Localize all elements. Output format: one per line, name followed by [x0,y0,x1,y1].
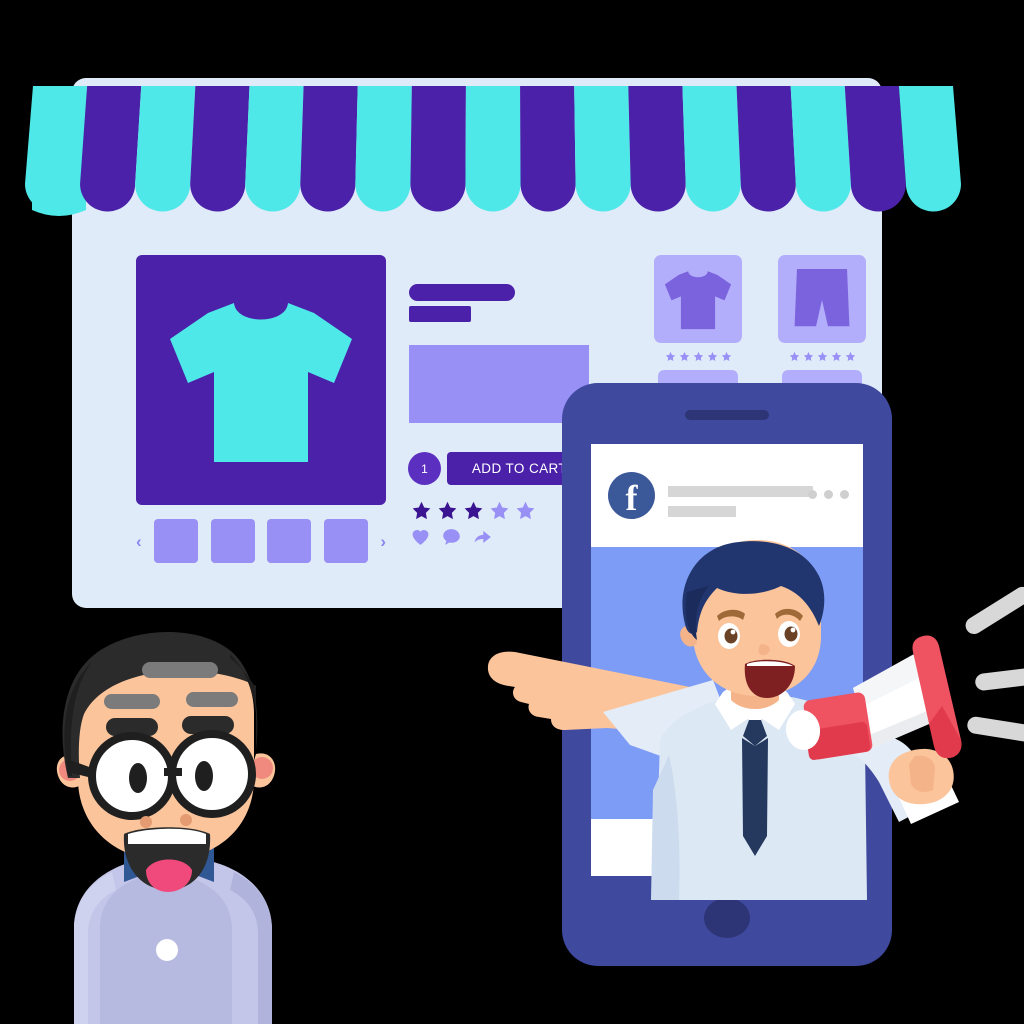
thumbnail-carousel[interactable]: ‹ › [136,518,386,564]
awning-stripe-10 [520,86,576,212]
product-subtitle-placeholder [409,306,471,322]
star-icon-s2[interactable] [679,351,690,362]
product-title-placeholder [409,284,515,301]
thumbnail-3[interactable] [267,519,312,563]
star-icon-filled-1[interactable] [411,500,432,521]
star-icon-s1[interactable] [665,351,676,362]
menu-dot-2 [824,490,833,499]
awning-stripe-4 [190,86,250,212]
awning-stripe-12 [628,86,686,212]
star-icon-empty-5[interactable] [515,500,536,521]
star-icon-s3[interactable] [693,351,704,362]
megaphone-man-art [487,540,1024,900]
main-product-image[interactable] [136,255,386,505]
awning-stripe-9 [465,86,521,212]
star-icon-empty-4[interactable] [489,500,510,521]
store-awning [18,78,968,218]
awning-stripe-15 [790,86,851,212]
quantity-badge[interactable]: 1 [408,452,441,485]
side-product-thumb-tshirt[interactable] [654,255,742,343]
star-icon-t1[interactable] [789,351,800,362]
illustration-stage: ‹ › 1 ADD TO CART f [0,0,1024,1024]
side-product-card-tshirt[interactable] [654,255,742,392]
awning-stripe-17 [898,86,961,212]
thumbnail-4[interactable] [323,519,368,563]
product-rating[interactable] [411,500,536,521]
post-text-line-2 [668,506,736,517]
star-icon-t5[interactable] [845,351,856,362]
star-icon-t2[interactable] [803,351,814,362]
side-product-rating-tshirt[interactable] [654,351,742,362]
star-icon-s4[interactable] [707,351,718,362]
awning-stripe-1 [25,86,88,212]
star-icon-s5[interactable] [721,351,732,362]
facebook-logo-icon[interactable]: f [608,472,655,519]
star-icon-filled-2[interactable] [437,500,458,521]
awning-stripe-6 [300,86,358,212]
awning-stripes [25,86,961,216]
awning-stripe-13 [682,86,741,212]
side-product-card-shorts[interactable] [778,255,866,392]
tshirt-icon-small [664,271,732,330]
awning-stripe-3 [135,86,196,212]
awning-stripe-5 [245,86,304,212]
megaphone-man [455,540,1024,970]
thumbnail-2[interactable] [210,519,255,563]
star-icon-t4[interactable] [831,351,842,362]
phone-speaker [685,410,769,420]
facebook-post-header: f [591,444,863,547]
thumbnail-1[interactable] [154,519,199,563]
awning-stripe-11 [574,86,631,212]
carousel-prev-icon[interactable]: ‹ [136,533,142,550]
customer-man-art [56,631,276,1024]
carousel-next-icon[interactable]: › [380,533,386,550]
post-menu-icon[interactable] [808,490,849,499]
star-icon-t3[interactable] [817,351,828,362]
awning-stripe-14 [736,86,796,212]
facebook-f-glyph: f [625,477,638,518]
menu-dot-1 [808,490,817,499]
menu-dot-3 [840,490,849,499]
tshirt-icon [170,303,352,462]
shorts-icon [794,269,850,327]
customer-man [34,628,304,1024]
side-product-thumb-shorts[interactable] [778,255,866,343]
side-product-rating-shorts[interactable] [778,351,866,362]
awning-stripe-2 [80,86,142,212]
star-icon-filled-3[interactable] [463,500,484,521]
awning-stripe-8 [410,86,466,212]
like-heart-icon[interactable] [411,528,430,546]
awning-stripe-7 [355,86,412,212]
awning-stripe-16 [844,86,906,212]
post-text-line-1 [668,486,813,497]
